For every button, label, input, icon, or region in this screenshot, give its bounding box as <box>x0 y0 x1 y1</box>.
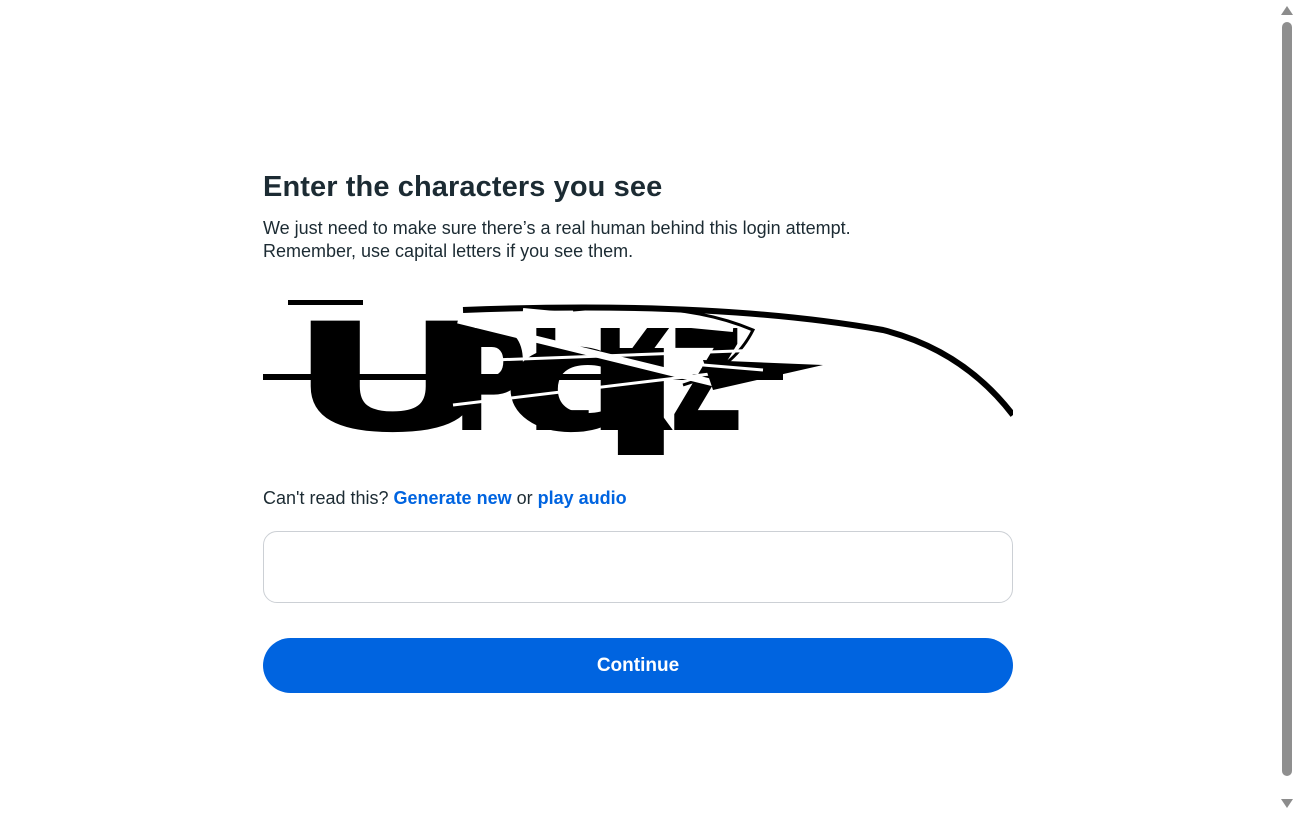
captcha-input[interactable] <box>263 531 1013 603</box>
captcha-page: Enter the characters you see We just nee… <box>0 0 1295 814</box>
or-text: or <box>516 488 533 508</box>
captcha-refresh-row: Can't read this? Generate new or play au… <box>263 486 1013 510</box>
continue-button[interactable]: Continue <box>263 638 1013 693</box>
page-title: Enter the characters you see <box>263 171 663 203</box>
description-line-2: Remember, use capital letters if you see… <box>263 241 634 261</box>
vertical-scrollbar[interactable] <box>1279 0 1295 814</box>
description-line-1: We just need to make sure there’s a real… <box>263 218 851 238</box>
play-audio-link[interactable]: play audio <box>538 488 627 508</box>
captcha-image: Uq PLKZ <box>263 290 1013 455</box>
scrollbar-thumb[interactable] <box>1282 22 1292 776</box>
scroll-up-icon[interactable] <box>1281 6 1293 15</box>
captcha-form: Enter the characters you see We just nee… <box>263 168 1013 693</box>
page-description: We just need to make sure there’s a real… <box>263 217 1013 263</box>
generate-new-link[interactable]: Generate new <box>394 488 512 508</box>
refresh-prompt: Can't read this? <box>263 488 389 508</box>
scroll-down-icon[interactable] <box>1281 799 1293 808</box>
